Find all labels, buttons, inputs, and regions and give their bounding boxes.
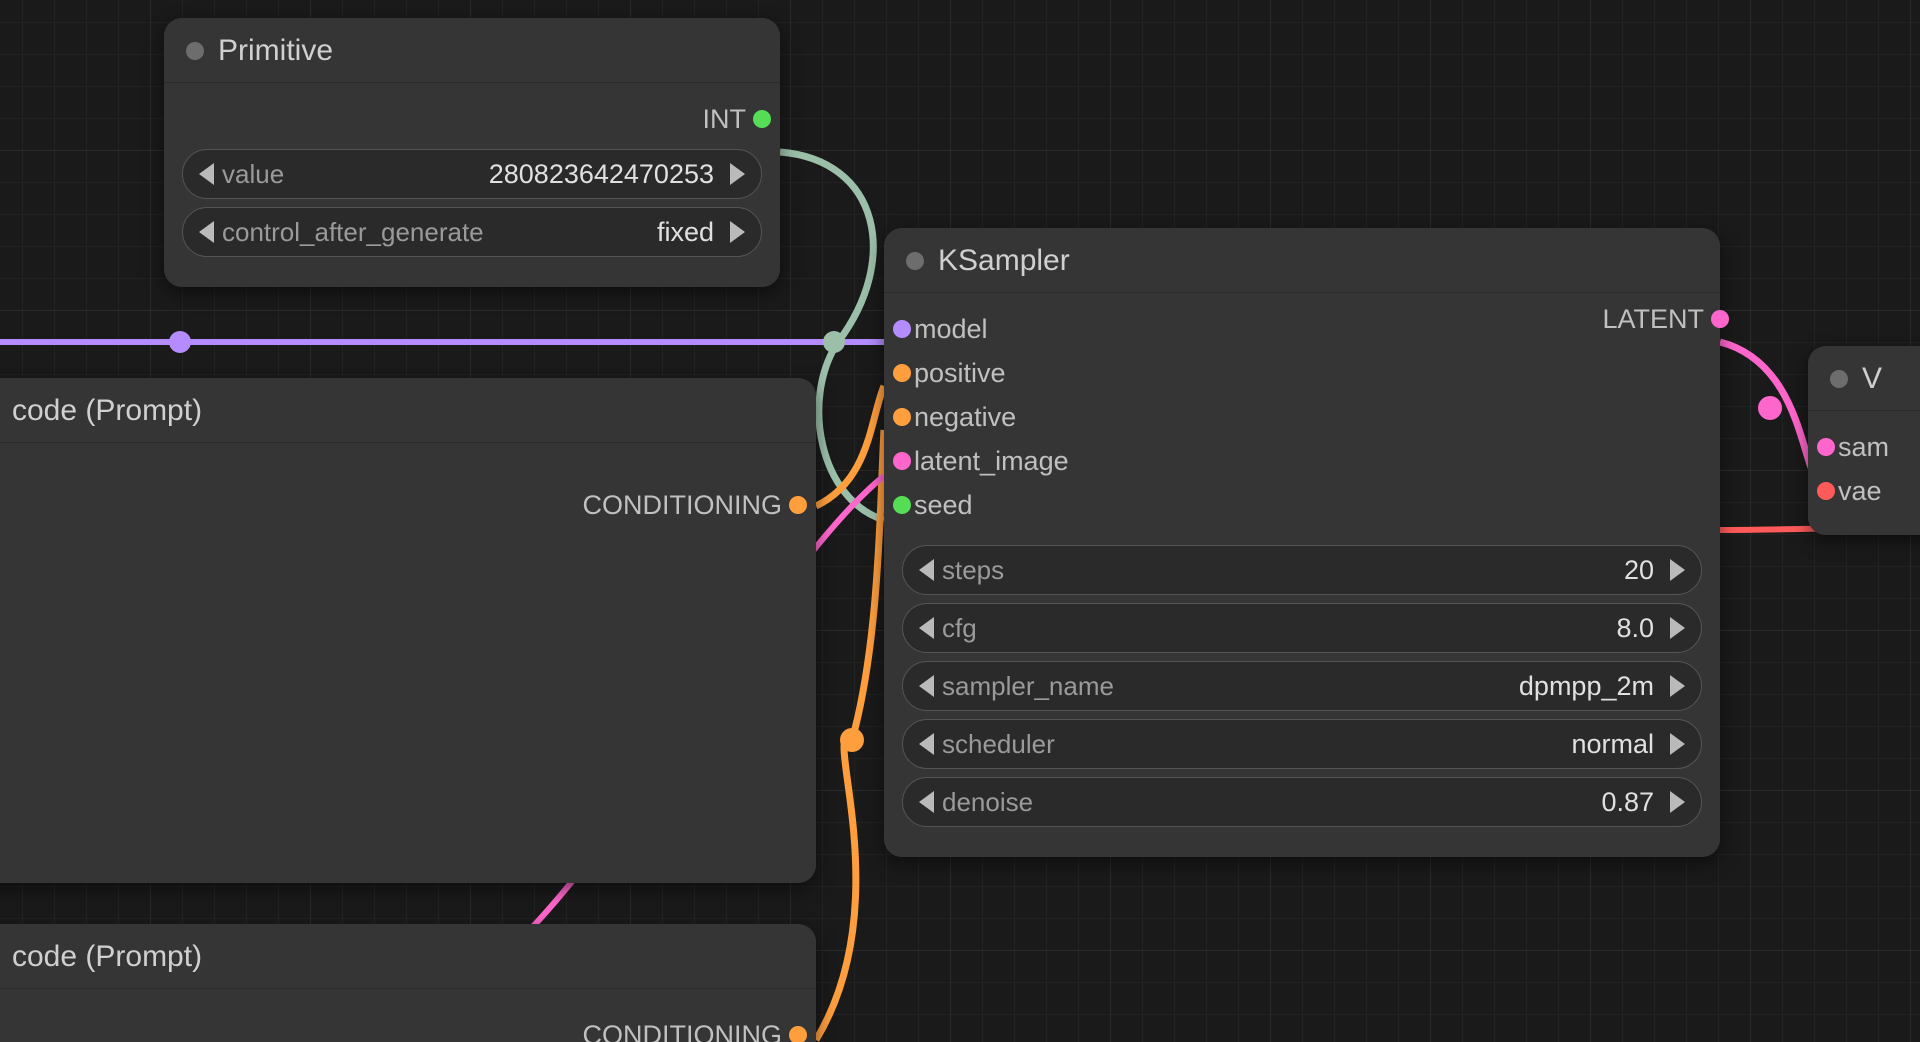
widget-value[interactable]: value 280823642470253 — [182, 149, 762, 199]
input-vae-label: vae — [1826, 476, 1894, 507]
node-ksampler[interactable]: KSampler LATENT model positive negative … — [884, 228, 1720, 857]
output-conditioning-row: CONDITIONING — [571, 483, 799, 527]
node-encode2-titlebar[interactable]: code (Prompt) — [0, 924, 816, 989]
widget-sampler-name-label: sampler_name — [942, 671, 1114, 702]
node-ksampler-titlebar[interactable]: KSampler — [884, 228, 1720, 293]
widget-denoise-label: denoise — [942, 787, 1033, 818]
input-seed-row: seed — [902, 483, 1702, 527]
output-conditioning-label: CONDITIONING — [571, 1020, 799, 1042]
widget-scheduler-value[interactable]: normal — [1055, 729, 1662, 760]
output-conditioning-port[interactable] — [789, 496, 807, 514]
input-seed-port[interactable] — [893, 496, 911, 514]
input-negative-row: negative — [902, 395, 1702, 439]
input-vae-port[interactable] — [1817, 482, 1835, 500]
input-positive-label: positive — [902, 358, 1018, 389]
input-latent-image-row: latent_image — [902, 439, 1702, 483]
node-encode-prompt-1[interactable]: code (Prompt) CONDITIONING — [0, 378, 816, 883]
input-positive-row: positive — [902, 351, 1702, 395]
widget-denoise-value[interactable]: 0.87 — [1033, 787, 1662, 818]
input-latent-image-port[interactable] — [893, 452, 911, 470]
chevron-left-icon[interactable] — [199, 221, 214, 243]
output-conditioning-label: CONDITIONING — [571, 490, 799, 521]
output-latent-port[interactable] — [1711, 310, 1729, 328]
node-primitive[interactable]: Primitive INT value 280823642470253 cont… — [164, 18, 780, 287]
input-samples-row: sam — [1826, 425, 1920, 469]
chevron-right-icon[interactable] — [1670, 791, 1685, 813]
input-model-label: model — [902, 314, 1000, 345]
widget-cag-label: control_after_generate — [222, 217, 484, 248]
chevron-right-icon[interactable] — [730, 221, 745, 243]
node-vae-titlebar[interactable]: V — [1808, 346, 1920, 411]
node-title: code (Prompt) — [12, 394, 202, 428]
chevron-right-icon[interactable] — [1670, 675, 1685, 697]
chevron-right-icon[interactable] — [1670, 617, 1685, 639]
chevron-right-icon[interactable] — [1670, 559, 1685, 581]
chevron-left-icon[interactable] — [919, 675, 934, 697]
collapse-dot-icon[interactable] — [906, 252, 924, 270]
chevron-right-icon[interactable] — [730, 163, 745, 185]
input-samples-port[interactable] — [1817, 438, 1835, 456]
widget-value-label: value — [222, 159, 284, 190]
output-int-row: INT — [182, 97, 762, 141]
widget-denoise[interactable]: denoise 0.87 — [902, 777, 1702, 827]
widget-value-value[interactable]: 280823642470253 — [284, 159, 722, 190]
widget-sampler-name[interactable]: sampler_name dpmpp_2m — [902, 661, 1702, 711]
node-title: Primitive — [218, 34, 333, 68]
widget-steps[interactable]: steps 20 — [902, 545, 1702, 595]
input-vae-row: vae — [1826, 469, 1920, 513]
node-encode1-titlebar[interactable]: code (Prompt) — [0, 378, 816, 443]
output-conditioning-port[interactable] — [789, 1026, 807, 1042]
output-int-port[interactable] — [753, 110, 771, 128]
chevron-right-icon[interactable] — [1670, 733, 1685, 755]
collapse-dot-icon[interactable] — [1830, 370, 1848, 388]
widget-sampler-name-value[interactable]: dpmpp_2m — [1114, 671, 1662, 702]
node-title: KSampler — [938, 244, 1070, 278]
input-positive-port[interactable] — [893, 364, 911, 382]
node-title: code (Prompt) — [12, 940, 202, 974]
chevron-left-icon[interactable] — [919, 559, 934, 581]
widget-cag-value[interactable]: fixed — [484, 217, 722, 248]
node-title: V — [1862, 362, 1882, 396]
widget-scheduler[interactable]: scheduler normal — [902, 719, 1702, 769]
widget-control-after-generate[interactable]: control_after_generate fixed — [182, 207, 762, 257]
output-conditioning-row: CONDITIONING — [571, 1013, 799, 1042]
input-model-row: model — [902, 307, 1702, 351]
widget-cfg-value[interactable]: 8.0 — [977, 613, 1662, 644]
widget-steps-value[interactable]: 20 — [1004, 555, 1662, 586]
node-primitive-titlebar[interactable]: Primitive — [164, 18, 780, 83]
node-encode-prompt-2[interactable]: code (Prompt) CONDITIONING — [0, 924, 816, 1042]
widget-steps-label: steps — [942, 555, 1004, 586]
output-int-label: INT — [691, 104, 763, 135]
collapse-dot-icon[interactable] — [186, 42, 204, 60]
chevron-left-icon[interactable] — [919, 617, 934, 639]
input-model-port[interactable] — [893, 320, 911, 338]
widget-scheduler-label: scheduler — [942, 729, 1055, 760]
input-negative-port[interactable] — [893, 408, 911, 426]
input-samples-label: sam — [1826, 432, 1901, 463]
chevron-left-icon[interactable] — [919, 791, 934, 813]
widget-cfg-label: cfg — [942, 613, 977, 644]
input-latent-image-label: latent_image — [902, 446, 1081, 477]
widget-cfg[interactable]: cfg 8.0 — [902, 603, 1702, 653]
input-negative-label: negative — [902, 402, 1028, 433]
chevron-left-icon[interactable] — [199, 163, 214, 185]
node-vae-decode[interactable]: V sam vae — [1808, 346, 1920, 535]
input-seed-label: seed — [902, 490, 985, 521]
chevron-left-icon[interactable] — [919, 733, 934, 755]
